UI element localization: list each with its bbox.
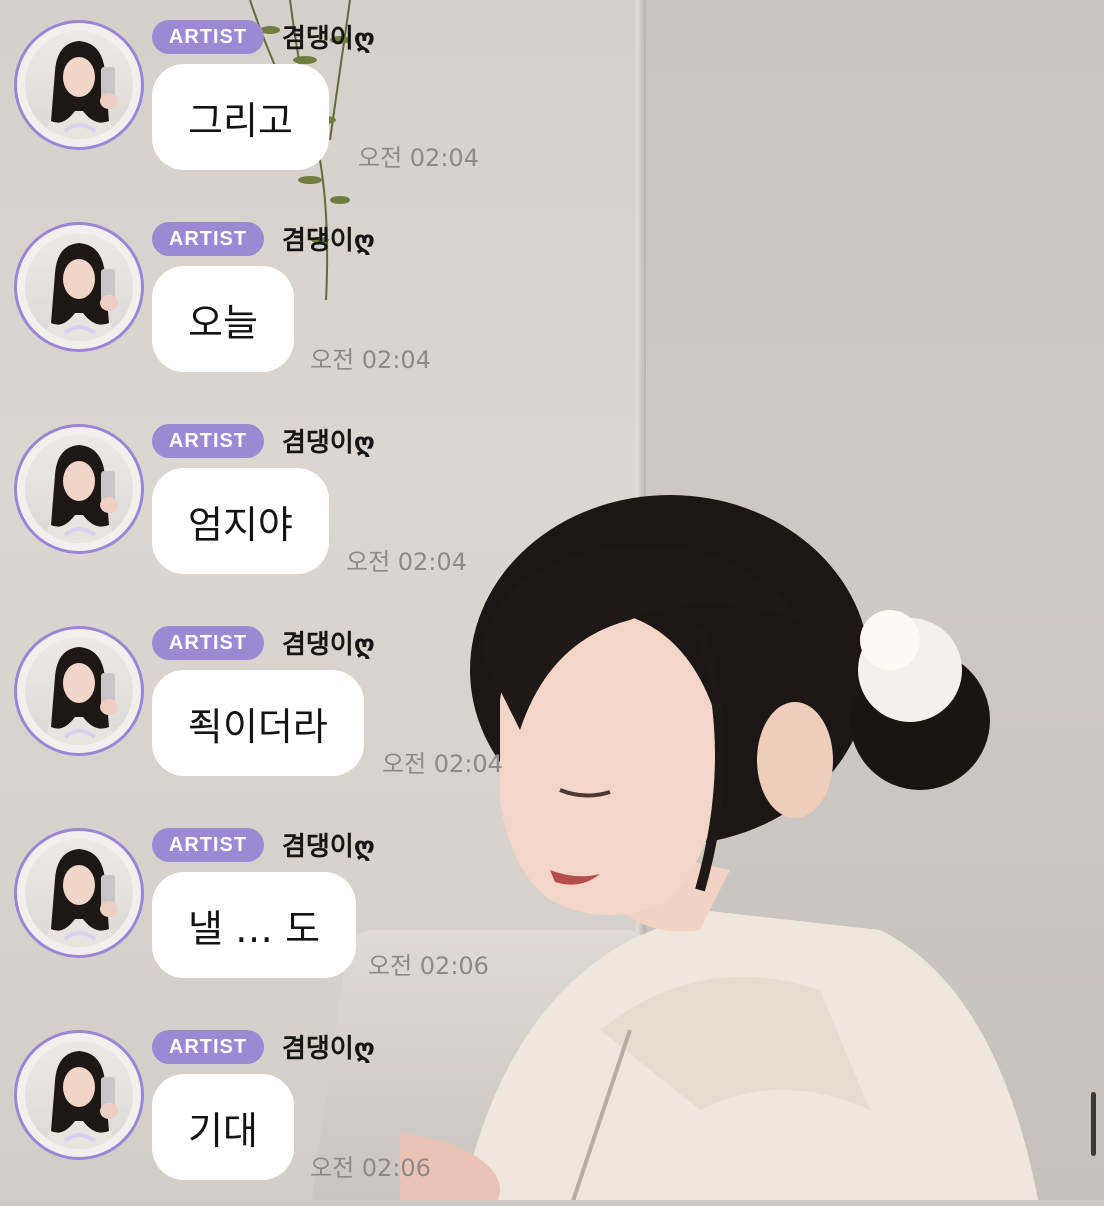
chat-message: ARTIST 겸댕이ღ 엄지야 오전 02:04 <box>14 420 714 600</box>
artist-badge: ARTIST <box>152 20 264 54</box>
chat-message-list[interactable]: ARTIST 겸댕이ღ 그리고 오전 02:04 ARTIST 겸댕이ღ 오늘 … <box>0 0 1104 1200</box>
artist-badge: ARTIST <box>152 222 264 256</box>
sender-name: 겸댕이ღ <box>282 24 375 54</box>
artist-badge: ARTIST <box>152 424 264 458</box>
sender-name: 겸댕이ღ <box>282 226 375 256</box>
artist-avatar[interactable] <box>14 222 144 352</box>
artist-avatar[interactable] <box>14 20 144 150</box>
artist-badge: ARTIST <box>152 1030 264 1064</box>
artist-avatar[interactable] <box>14 424 144 554</box>
message-timestamp: 오전 02:04 <box>310 346 431 374</box>
message-bubble[interactable]: 기대 <box>152 1074 294 1180</box>
message-bubble[interactable]: 오늘 <box>152 266 294 372</box>
sender-name: 겸댕이ღ <box>282 832 375 862</box>
message-timestamp: 오전 02:06 <box>310 1154 431 1182</box>
message-bubble[interactable]: 그리고 <box>152 64 329 170</box>
chat-message: ARTIST 겸댕이ღ 낼 … 도 오전 02:06 <box>14 824 714 1004</box>
message-bubble[interactable]: 죅이더라 <box>152 670 364 776</box>
sender-name: 겸댕이ღ <box>282 1034 375 1064</box>
sender-name: 겸댕이ღ <box>282 630 375 660</box>
artist-avatar[interactable] <box>14 828 144 958</box>
message-bubble[interactable]: 낼 … 도 <box>152 872 357 978</box>
sender-name: 겸댕이ღ <box>282 428 375 458</box>
message-timestamp: 오전 02:06 <box>368 952 489 980</box>
chat-message: ARTIST 겸댕이ღ 그리고 오전 02:04 <box>14 16 714 196</box>
chat-message: ARTIST 겸댕이ღ 기대 오전 02:06 <box>14 1026 714 1206</box>
scrollbar-thumb[interactable] <box>1091 1092 1096 1156</box>
artist-badge: ARTIST <box>152 828 264 862</box>
message-timestamp: 오전 02:04 <box>346 548 467 576</box>
message-timestamp: 오전 02:04 <box>382 750 503 778</box>
chat-message: ARTIST 겸댕이ღ 죅이더라 오전 02:04 <box>14 622 714 802</box>
artist-avatar[interactable] <box>14 626 144 756</box>
chat-message: ARTIST 겸댕이ღ 오늘 오전 02:04 <box>14 218 714 398</box>
message-bubble[interactable]: 엄지야 <box>152 468 329 574</box>
artist-badge: ARTIST <box>152 626 264 660</box>
artist-avatar[interactable] <box>14 1030 144 1160</box>
message-timestamp: 오전 02:04 <box>358 144 479 172</box>
